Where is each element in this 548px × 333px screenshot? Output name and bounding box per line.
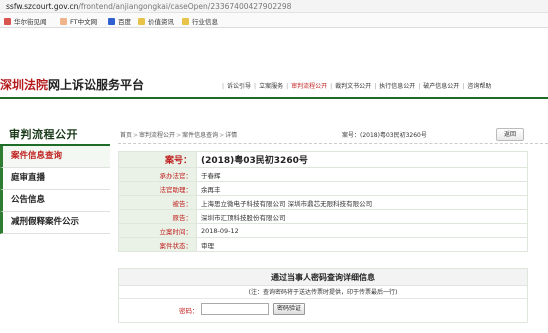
table-row: 原告： 深圳市汇顶科技股份有限公司 bbox=[118, 209, 528, 224]
nav-item-judgments[interactable]: 裁判文书公开 bbox=[332, 80, 374, 94]
filing-date-value: 2018-09-12 bbox=[196, 223, 528, 238]
site-logo[interactable]: 深圳法院网上诉讼服务平台 bbox=[0, 76, 144, 93]
nav-item-trial-process[interactable]: 审判流程公开 bbox=[288, 80, 330, 94]
folder-icon bbox=[138, 17, 145, 25]
field-label: 立案时间： bbox=[118, 223, 197, 238]
sidebar-item-case-query[interactable]: 案件信息查询 bbox=[0, 146, 110, 168]
bookmark-label: 百度 bbox=[118, 18, 131, 26]
bookmark-label: FT中文网 bbox=[70, 18, 98, 26]
breadcrumb: 首页>审判流程公开>案件信息查询>详情 bbox=[120, 132, 238, 139]
query-note: (注：查询密码将于送达传票时提供，印于传票最后一行) bbox=[119, 286, 527, 299]
password-row: 密码： 密码验证 bbox=[119, 299, 527, 319]
plaintiff-value: 深圳市汇顶科技股份有限公司 bbox=[196, 209, 528, 224]
sidebar-item-parole-cases[interactable]: 减刑假释案件公示 bbox=[0, 212, 110, 234]
field-label: 案号： bbox=[118, 151, 197, 168]
field-label: 承办法官： bbox=[118, 167, 197, 182]
table-row: 案号： (2018)粤03民初3260号 bbox=[118, 151, 528, 168]
nav-item-filing-service[interactable]: 立案服务 bbox=[256, 80, 286, 94]
case-info-table: 案号： (2018)粤03民初3260号 承办法官： 于春辉 法官助理： 余再丰… bbox=[118, 151, 528, 252]
password-query-panel: 通过当事人密码查询详细信息 (注：查询密码将于送达传票时提供，印于传票最后一行)… bbox=[118, 268, 528, 323]
table-row: 立案时间： 2018-09-12 bbox=[118, 223, 528, 238]
bookmarks-bar: 华尔街见闻 FT中文网 百度 价值资讯 行业信息 bbox=[0, 13, 548, 28]
field-label: 被告： bbox=[118, 195, 197, 210]
password-input[interactable] bbox=[201, 303, 269, 315]
main-nav: | 诉讼引导 | 立案服务 | 审判流程公开 | 裁判文书公开 | 执行信息公开… bbox=[222, 80, 494, 94]
assistant-value: 余再丰 bbox=[196, 181, 528, 196]
defendant-value: 上海思立微电子科技有限公司 深圳市鼎芯无限科技有限公司 bbox=[196, 195, 528, 210]
judge-value: 于春辉 bbox=[196, 167, 528, 182]
query-title: 通过当事人密码查询详细信息 bbox=[119, 269, 527, 286]
sidebar: 审判流程公开 案件信息查询 庭审直播 公告信息 减刑假释案件公示 bbox=[0, 124, 110, 234]
sidebar-item-live-trial[interactable]: 庭审直播 bbox=[0, 168, 110, 190]
bookmark-label: 价值资讯 bbox=[148, 18, 174, 26]
url-text[interactable]: ssfw.szcourt.gov.cn/frontend/anjiangongk… bbox=[6, 2, 291, 11]
folder-icon bbox=[182, 17, 189, 25]
table-row: 被告： 上海思立微电子科技有限公司 深圳市鼎芯无限科技有限公司 bbox=[118, 195, 528, 210]
breadcrumb-trial-process[interactable]: 审判流程公开 bbox=[139, 132, 175, 139]
field-label: 原告： bbox=[118, 209, 197, 224]
field-label: 案件状态： bbox=[118, 237, 197, 252]
sidebar-title: 审判流程公开 bbox=[0, 124, 110, 146]
case-status-value: 审理 bbox=[196, 237, 528, 252]
table-row: 法官助理： 余再丰 bbox=[118, 181, 528, 196]
address-bar[interactable]: ssfw.szcourt.gov.cn/frontend/anjiangongk… bbox=[0, 0, 548, 13]
bookmark-item[interactable]: 百度 bbox=[108, 16, 131, 26]
case-number-value: (2018)粤03民初3260号 bbox=[196, 151, 528, 168]
url-host: ssfw.szcourt.gov.cn bbox=[6, 2, 79, 11]
header-divider bbox=[0, 97, 548, 99]
password-label: 密码： bbox=[179, 307, 199, 315]
verify-password-button[interactable]: 密码验证 bbox=[273, 303, 305, 315]
table-row: 案件状态： 审理 bbox=[118, 237, 528, 252]
nav-item-bankruptcy[interactable]: 破产信息公开 bbox=[420, 80, 462, 94]
nav-item-help[interactable]: 咨询帮助 bbox=[464, 80, 494, 94]
news-icon bbox=[4, 17, 11, 25]
bookmark-item[interactable]: 华尔街见闻 bbox=[4, 16, 47, 26]
url-path: /frontend/anjiangongkai/caseOpen/2336740… bbox=[78, 2, 292, 11]
sidebar-item-announcements[interactable]: 公告信息 bbox=[0, 190, 110, 212]
bookmark-label: 华尔街见闻 bbox=[14, 18, 47, 26]
bookmark-item[interactable]: 价值资讯 bbox=[138, 16, 174, 26]
nav-item-enforcement[interactable]: 执行信息公开 bbox=[376, 80, 418, 94]
logo-court-name: 深圳法院 bbox=[0, 78, 49, 92]
table-row: 承办法官： 于春辉 bbox=[118, 167, 528, 182]
breadcrumb-bar: 首页>审判流程公开>案件信息查询>详情 案号：(2018)粤03民初3260号 … bbox=[118, 124, 548, 144]
breadcrumb-case-query[interactable]: 案件信息查询 bbox=[182, 132, 218, 139]
baidu-icon bbox=[108, 17, 115, 25]
logo-platform-name: 网上诉讼服务平台 bbox=[48, 78, 145, 92]
breadcrumb-home[interactable]: 首页 bbox=[120, 132, 132, 139]
case-ref-heading: 案号：(2018)粤03民初3260号 bbox=[342, 132, 427, 139]
nav-item-litigation-guide[interactable]: 诉讼引导 bbox=[224, 80, 254, 94]
ft-icon bbox=[60, 17, 67, 25]
bookmark-label: 行业信息 bbox=[192, 18, 218, 26]
bookmark-item[interactable]: 行业信息 bbox=[182, 16, 218, 26]
bookmark-item[interactable]: FT中文网 bbox=[60, 16, 97, 26]
field-label: 法官助理： bbox=[118, 181, 197, 196]
breadcrumb-detail: 详情 bbox=[225, 132, 238, 139]
back-button[interactable]: 返回 bbox=[496, 128, 524, 141]
main-content: 首页>审判流程公开>案件信息查询>详情 案号：(2018)粤03民初3260号 … bbox=[118, 124, 548, 323]
